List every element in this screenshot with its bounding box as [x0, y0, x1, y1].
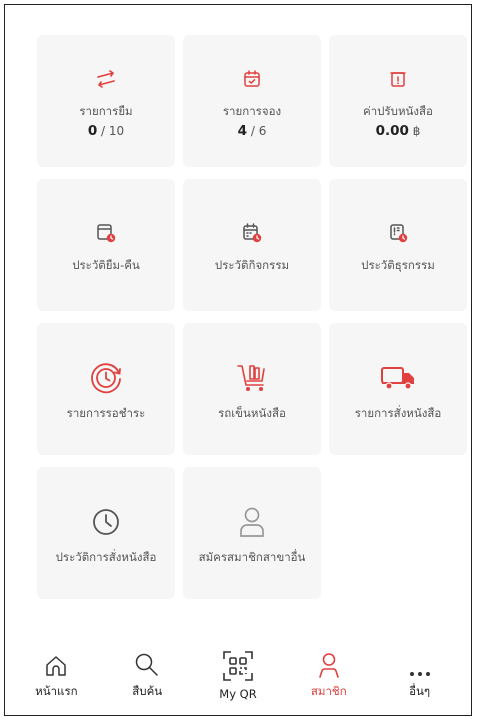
member-menu-grid: รายการยืม 0 / 10 รายการจอง 4 / 6 ค่าปรับ… — [37, 35, 467, 599]
transaction-history-tile[interactable]: ประวัติธุรกรรม — [329, 179, 467, 311]
fine-notice-icon — [389, 64, 407, 94]
book-orders-tile[interactable]: รายการสั่งหนังสือ — [329, 323, 467, 455]
clock-icon — [91, 502, 121, 542]
tab-home[interactable]: หน้าแรก — [16, 646, 96, 701]
home-icon — [44, 646, 68, 678]
reservations-tile[interactable]: รายการจอง 4 / 6 — [183, 35, 321, 167]
search-icon — [134, 646, 160, 678]
tab-label: สมาชิก — [310, 684, 347, 698]
borrowed-items-tile[interactable]: รายการยืม 0 / 10 — [37, 35, 175, 167]
tile-label: รายการจอง — [222, 103, 282, 118]
tab-my-qr[interactable]: My QR — [198, 650, 278, 701]
tile-label: สมัครสมาชิกสาขาอื่น — [198, 549, 306, 564]
book-fines-tile[interactable]: ค่าปรับหนังสือ 0.00 ฿ — [329, 35, 467, 167]
tile-count: 4 / 6 — [237, 122, 267, 139]
transaction-history-icon — [388, 218, 408, 248]
pending-payment-tile[interactable]: รายการรอชำระ — [37, 323, 175, 455]
app-frame: รายการยืม 0 / 10 รายการจอง 4 / 6 ค่าปรับ… — [4, 4, 472, 716]
activity-history-icon — [242, 218, 262, 248]
tab-label: My QR — [219, 687, 257, 701]
tile-label: รายการยืม — [79, 103, 133, 118]
borrow-history-icon — [96, 218, 116, 248]
book-cart-icon — [235, 358, 269, 398]
qr-code-icon — [222, 650, 254, 682]
tile-label: ประวัติการสั่งหนังสือ — [55, 549, 157, 564]
activity-history-tile[interactable]: ประวัติกิจกรรม — [183, 179, 321, 311]
tab-label: สืบค้น — [132, 684, 163, 698]
tile-count: 0 / 10 — [87, 122, 125, 139]
tile-label: ค่าปรับหนังสือ — [363, 103, 433, 118]
member-icon — [317, 646, 341, 678]
tile-label: รถเข็นหนังสือ — [218, 405, 286, 420]
user-profile-icon — [238, 502, 266, 542]
tile-label: ประวัติธุรกรรม — [361, 257, 435, 272]
tile-label: รายการสั่งหนังสือ — [354, 405, 442, 420]
register-other-branch-tile[interactable]: สมัครสมาชิกสาขาอื่น — [183, 467, 321, 599]
tile-amount: 0.00 ฿ — [375, 122, 421, 139]
book-cart-tile[interactable]: รถเข็นหนังสือ — [183, 323, 321, 455]
more-dots-icon — [408, 646, 432, 678]
swap-arrows-icon — [95, 64, 117, 94]
tab-label: หน้าแรก — [35, 684, 78, 698]
tab-member[interactable]: สมาชิก — [289, 646, 369, 701]
delivery-truck-icon — [380, 358, 416, 398]
tab-more[interactable]: อื่นๆ — [380, 646, 460, 701]
tab-label: อื่นๆ — [409, 684, 431, 698]
tile-label: ประวัติยืม-คืน — [72, 257, 140, 272]
tab-search[interactable]: สืบค้น — [107, 646, 187, 701]
order-history-tile[interactable]: ประวัติการสั่งหนังสือ — [37, 467, 175, 599]
tile-label: รายการรอชำระ — [66, 405, 146, 420]
tile-label: ประวัติกิจกรรม — [214, 257, 290, 272]
pending-payment-icon — [89, 358, 123, 398]
bottom-tab-bar: หน้าแรก สืบค้น My QR สมาชิก อื่นๆ — [11, 637, 465, 709]
borrow-return-history-tile[interactable]: ประวัติยืม-คืน — [37, 179, 175, 311]
calendar-check-icon — [243, 64, 261, 94]
